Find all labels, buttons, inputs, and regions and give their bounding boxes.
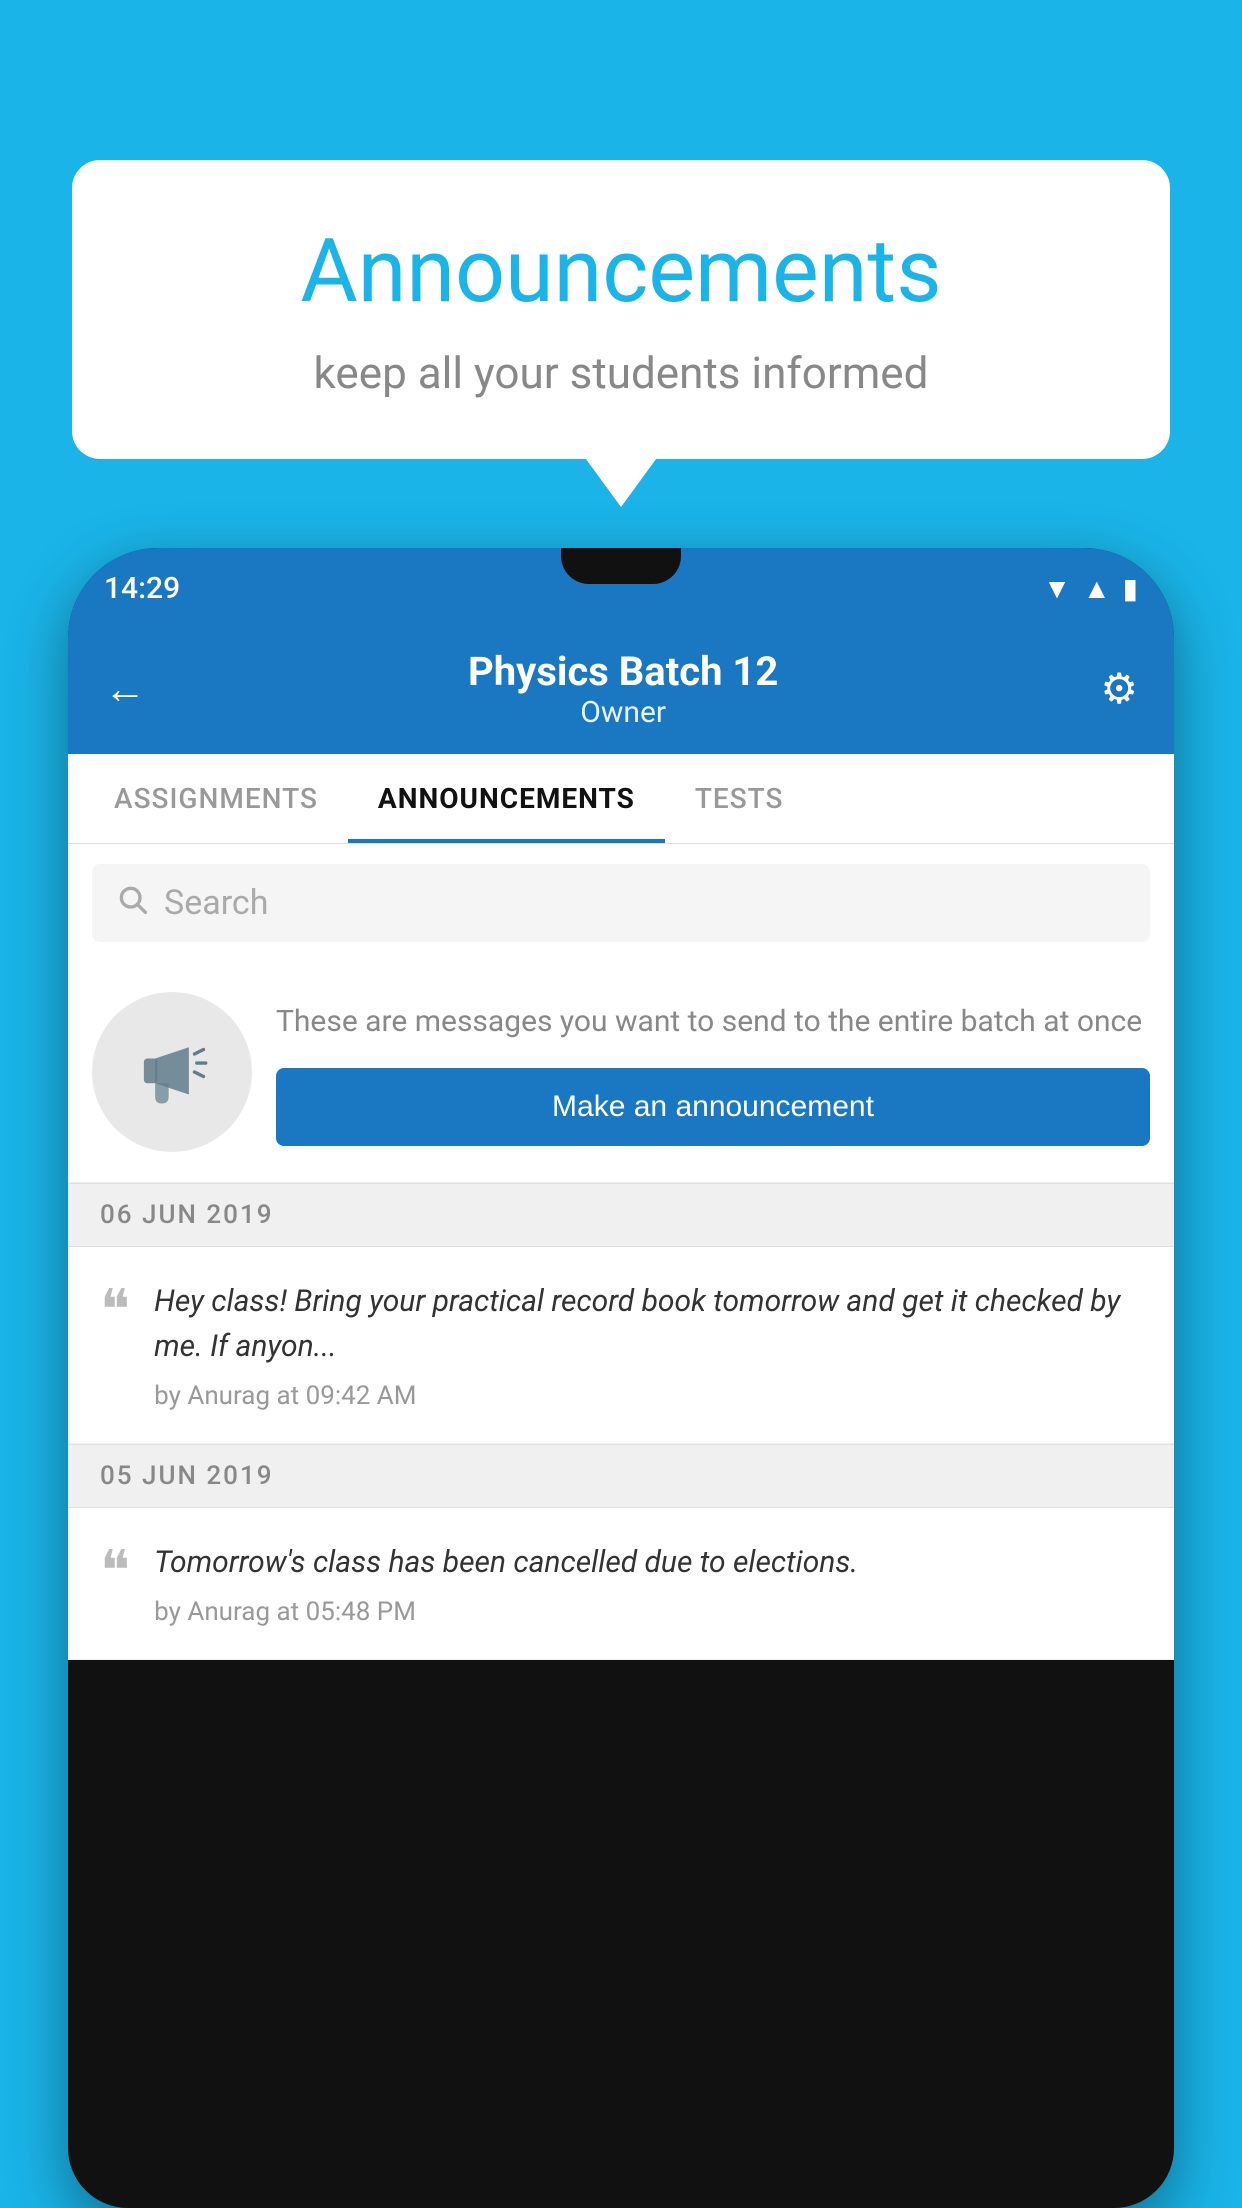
phone-content: Search These are messages you want to se… xyxy=(68,844,1174,1660)
settings-icon[interactable]: ⚙ xyxy=(1100,664,1138,714)
promo-description: These are messages you want to send to t… xyxy=(276,999,1150,1044)
make-announcement-button[interactable]: Make an announcement xyxy=(276,1068,1150,1146)
status-icons: ▼ ▲ ▮ xyxy=(1043,572,1138,605)
header-center: Physics Batch 12 Owner xyxy=(468,648,778,730)
search-bar[interactable]: Search xyxy=(92,864,1150,942)
tabs-bar: ASSIGNMENTS ANNOUNCEMENTS TESTS xyxy=(68,754,1174,844)
search-icon xyxy=(116,882,148,924)
speech-bubble-container: Announcements keep all your students inf… xyxy=(72,160,1170,459)
status-time: 14:29 xyxy=(104,571,180,606)
phone-frame: 14:29 ▼ ▲ ▮ ← Physics Batch 12 Owner ⚙ A… xyxy=(68,548,1174,2208)
date-divider-1: 06 JUN 2019 xyxy=(68,1183,1174,1247)
promo-right: These are messages you want to send to t… xyxy=(276,999,1150,1146)
announcement-text-1: Hey class! Bring your practical record b… xyxy=(154,1279,1142,1411)
announcement-meta-2: by Anurag at 05:48 PM xyxy=(154,1597,1142,1627)
promo-icon-circle xyxy=(92,992,252,1152)
speech-bubble: Announcements keep all your students inf… xyxy=(72,160,1170,459)
tab-tests[interactable]: TESTS xyxy=(665,754,814,843)
announcement-preview-1: Hey class! Bring your practical record b… xyxy=(154,1279,1142,1369)
announcement-item-2[interactable]: ❝ Tomorrow's class has been cancelled du… xyxy=(68,1508,1174,1660)
search-placeholder: Search xyxy=(164,883,268,923)
date-divider-2: 05 JUN 2019 xyxy=(68,1444,1174,1508)
announcement-text-2: Tomorrow's class has been cancelled due … xyxy=(154,1540,1142,1627)
quote-icon-2: ❝ xyxy=(100,1544,130,1627)
status-bar: 14:29 ▼ ▲ ▮ xyxy=(68,548,1174,628)
tab-announcements[interactable]: ANNOUNCEMENTS xyxy=(348,754,665,843)
megaphone-icon xyxy=(127,1027,217,1117)
promo-section: These are messages you want to send to t… xyxy=(68,962,1174,1183)
notch xyxy=(561,548,681,584)
bubble-subtitle: keep all your students informed xyxy=(112,347,1130,399)
battery-icon: ▮ xyxy=(1123,572,1138,605)
announcement-meta-1: by Anurag at 09:42 AM xyxy=(154,1381,1142,1411)
batch-subtitle: Owner xyxy=(468,695,778,730)
back-button[interactable]: ← xyxy=(104,665,146,714)
signal-icon: ▲ xyxy=(1083,572,1111,605)
bubble-title: Announcements xyxy=(112,220,1130,323)
app-header: ← Physics Batch 12 Owner ⚙ xyxy=(68,628,1174,754)
announcement-item-1[interactable]: ❝ Hey class! Bring your practical record… xyxy=(68,1247,1174,1444)
wifi-icon: ▼ xyxy=(1043,572,1071,605)
tab-assignments[interactable]: ASSIGNMENTS xyxy=(84,754,348,843)
quote-icon-1: ❝ xyxy=(100,1283,130,1411)
batch-title: Physics Batch 12 xyxy=(468,648,778,695)
announcement-preview-2: Tomorrow's class has been cancelled due … xyxy=(154,1540,1142,1585)
